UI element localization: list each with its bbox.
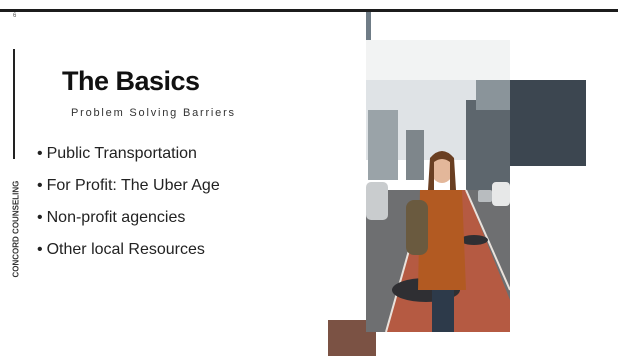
- side-accent-bar: [13, 49, 15, 159]
- slide-number: 6: [13, 13, 17, 19]
- slide-title: The Basics: [62, 66, 200, 96]
- photo-accent-building: [508, 80, 586, 166]
- bullet-icon: •: [37, 241, 43, 258]
- bullet-icon: •: [37, 177, 43, 194]
- bullet-item: • Public Transportation: [37, 144, 220, 172]
- slide: 6 CONCORD COUNSELING The Basics Problem …: [0, 0, 618, 356]
- bullet-icon: •: [37, 209, 43, 226]
- top-divider: [0, 9, 618, 12]
- bullet-list: • Public Transportation • For Profit: The …: [37, 144, 220, 272]
- bullet-item: • Non-profit agencies: [37, 208, 220, 236]
- slide-subtitle: Problem Solving Barriers: [71, 107, 236, 119]
- street-photo: [366, 40, 511, 333]
- bullet-icon: •: [37, 145, 43, 162]
- bullet-item: • For Profit: The Uber Age: [37, 176, 220, 204]
- bullet-item: • Other local Resources: [37, 240, 220, 268]
- bullet-text: For Profit: The Uber Age: [46, 177, 220, 194]
- bullet-text: Other local Resources: [46, 241, 205, 258]
- bullet-text: Public Transportation: [46, 145, 197, 162]
- bullet-text: Non-profit agencies: [46, 209, 186, 226]
- organization-label: CONCORD COUNSELING: [11, 180, 21, 278]
